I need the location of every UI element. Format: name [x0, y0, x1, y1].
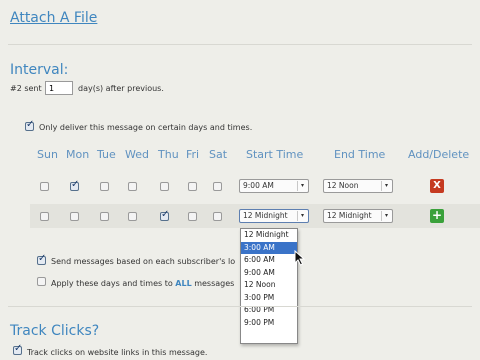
delete-row-button[interactable]: X: [430, 179, 444, 193]
header-end-time: End Time: [334, 148, 386, 161]
dropdown-option[interactable]: 9:00 AM: [241, 267, 297, 280]
start-time-dropdown[interactable]: 12 Midnight 3:00 AM 6:00 AM 9:00 AM 12 N…: [240, 228, 298, 344]
chevron-down-icon: ▾: [381, 181, 391, 191]
start-time-select[interactable]: 9:00 AM ▾: [239, 179, 309, 193]
day-checkbox-tue[interactable]: [100, 212, 109, 221]
track-clicks-heading: Track Clicks?: [10, 323, 100, 339]
start-time-select[interactable]: 12 Midnight ▾: [239, 209, 309, 223]
apply-all-emphasis: ALL: [175, 279, 192, 288]
divider: [8, 44, 472, 45]
divider: [8, 306, 472, 307]
day-checkbox-sat[interactable]: [213, 212, 222, 221]
apply-all-prefix: Apply these days and times to: [51, 279, 173, 288]
dropdown-option[interactable]: 6:00 AM: [241, 254, 297, 267]
interval-suffix: day(s) after previous.: [78, 84, 164, 93]
track-links-label: Track clicks on website links in this me…: [27, 348, 208, 357]
day-checkbox-tue[interactable]: [100, 182, 109, 191]
day-checkbox-sat[interactable]: [213, 182, 222, 191]
header-tue: Tue: [97, 148, 116, 161]
header-wed: Wed: [125, 148, 149, 161]
header-fri: Fri: [186, 148, 200, 161]
cursor-icon: [294, 250, 306, 266]
apply-all-label: Apply these days and times to ALL messag…: [51, 279, 234, 288]
interval-prefix: #2 sent: [10, 84, 42, 93]
chevron-down-icon: ▾: [297, 211, 307, 221]
day-checkbox-sun[interactable]: [40, 182, 49, 191]
day-checkbox-wed[interactable]: [128, 182, 137, 191]
header-sat: Sat: [209, 148, 228, 161]
day-checkbox-wed[interactable]: [128, 212, 137, 221]
header-thu: Thu: [158, 148, 179, 161]
subscriber-timezone-checkbox[interactable]: [37, 253, 46, 265]
track-links-checkbox[interactable]: [13, 343, 22, 355]
day-checkbox-sun[interactable]: [40, 212, 49, 221]
apply-all-checkbox[interactable]: [37, 277, 46, 286]
interval-days-input[interactable]: [45, 81, 73, 95]
attach-file-link[interactable]: Attach A File: [10, 10, 97, 26]
dropdown-option[interactable]: 12 Midnight: [241, 229, 297, 242]
header-sun: Sun: [37, 148, 58, 161]
dropdown-option[interactable]: 12 Noon: [241, 279, 297, 292]
day-checkbox-thu[interactable]: [160, 209, 169, 221]
end-time-select[interactable]: 12 Midnight ▾: [323, 209, 393, 223]
end-time-select[interactable]: 12 Noon ▾: [323, 179, 393, 193]
subscriber-timezone-label: Send messages based on each subscriber's…: [51, 257, 236, 266]
start-time-value: 9:00 AM: [243, 181, 274, 190]
apply-all-suffix: messages: [194, 279, 235, 288]
certain-days-label: Only deliver this message on certain day…: [39, 123, 253, 132]
dropdown-option[interactable]: 9:00 PM: [241, 317, 297, 330]
day-checkbox-thu[interactable]: [160, 182, 169, 191]
header-start-time: Start Time: [246, 148, 304, 161]
day-checkbox-fri[interactable]: [188, 182, 197, 191]
certain-days-checkbox[interactable]: [25, 119, 34, 131]
add-row-button[interactable]: +: [430, 209, 444, 223]
day-checkbox-mon[interactable]: [70, 212, 79, 221]
interval-heading: Interval:: [10, 62, 69, 78]
end-time-value: 12 Midnight: [327, 211, 372, 220]
header-mon: Mon: [66, 148, 90, 161]
chevron-down-icon: ▾: [297, 181, 307, 191]
day-checkbox-fri[interactable]: [188, 212, 197, 221]
day-checkbox-mon[interactable]: [70, 179, 79, 191]
end-time-value: 12 Noon: [327, 181, 359, 190]
header-add-delete: Add/Delete: [408, 148, 470, 161]
dropdown-option[interactable]: 3:00 PM: [241, 292, 297, 305]
chevron-down-icon: ▾: [381, 211, 391, 221]
dropdown-option-highlighted[interactable]: 3:00 AM: [241, 241, 297, 254]
start-time-value: 12 Midnight: [243, 211, 288, 220]
